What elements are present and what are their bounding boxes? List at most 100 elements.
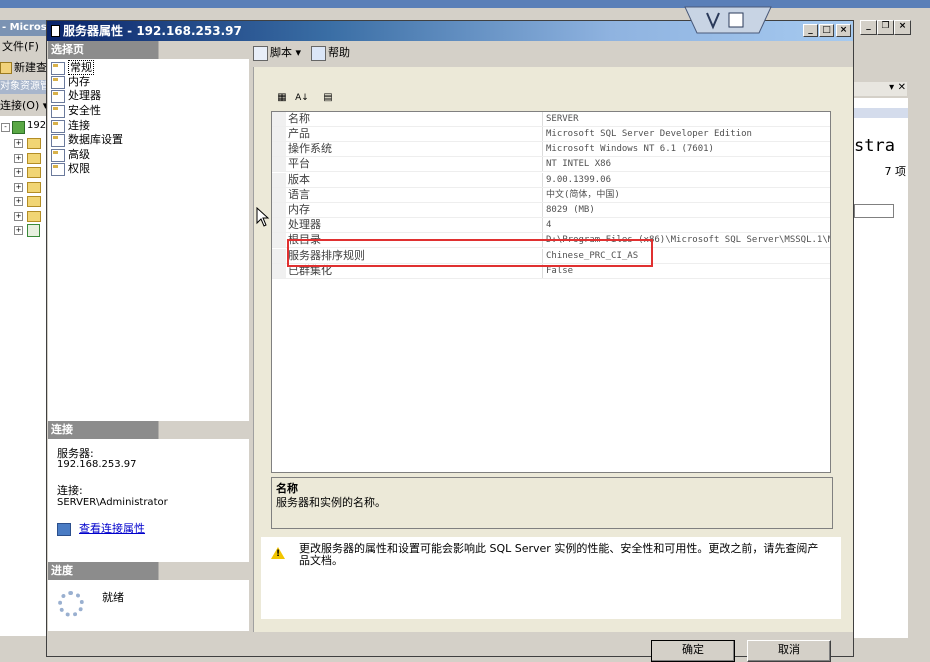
summary-pane-count: 7 项: [884, 165, 907, 178]
connection-header: 连接: [48, 421, 249, 439]
ok-button[interactable]: 确定: [651, 640, 735, 662]
minimize-icon[interactable]: _: [803, 24, 818, 37]
expand-icon[interactable]: +: [14, 212, 23, 221]
alphabetical-sort-icon[interactable]: A↓: [293, 89, 311, 107]
expand-icon[interactable]: +: [14, 197, 23, 206]
categorized-icon[interactable]: ▦: [273, 89, 291, 107]
object-explorer-tree[interactable]: - 192 + + + + + + +: [0, 116, 46, 636]
tree-node[interactable]: +: [0, 209, 46, 223]
background-window-controls: _ ❐ ×: [860, 20, 916, 35]
maximize-icon[interactable]: □: [819, 24, 834, 37]
folder-icon: [27, 138, 41, 149]
page-processors[interactable]: 处理器: [51, 89, 101, 103]
property-row[interactable]: 产品 Microsoft SQL Server Developer Edition: [272, 127, 830, 142]
property-grid-toolbar: ▦ A↓ ▤: [273, 89, 353, 109]
property-row[interactable]: 操作系统 Microsoft Windows NT 6.1 (7601): [272, 142, 830, 157]
property-value[interactable]: Microsoft Windows NT 6.1 (7601): [546, 142, 830, 156]
progress-spinner-icon: [58, 591, 84, 617]
page-icon: [51, 119, 65, 133]
tree-node[interactable]: +: [0, 180, 46, 194]
property-name: 产品: [287, 127, 543, 141]
property-row[interactable]: 名称 SERVER: [272, 112, 830, 127]
page-database-settings[interactable]: 数据库设置: [51, 133, 123, 147]
property-value[interactable]: SERVER: [546, 112, 830, 126]
tree-node[interactable]: +: [0, 194, 46, 208]
script-button[interactable]: 脚本 ▾: [253, 45, 301, 61]
page-icon: [51, 89, 65, 103]
property-value[interactable]: 8029 (MB): [546, 203, 830, 217]
expand-icon[interactable]: +: [14, 168, 23, 177]
warning-box: ! 更改服务器的属性和设置可能会影响此 SQL Server 实例的性能、安全性…: [261, 537, 841, 619]
property-value[interactable]: 中文(简体，中国): [546, 188, 830, 202]
page-advanced[interactable]: 高级: [51, 148, 90, 162]
property-row[interactable]: 语言 中文(简体，中国): [272, 188, 830, 203]
property-value[interactable]: NT INTEL X86: [546, 157, 830, 171]
page-security[interactable]: 安全性: [51, 104, 101, 118]
collapse-icon[interactable]: -: [1, 123, 10, 132]
server-value: 192.168.253.97: [57, 459, 137, 470]
connection-label: 连接:: [57, 484, 83, 497]
folder-icon: [27, 196, 41, 207]
property-name: 操作系统: [287, 142, 543, 156]
page-icon: [51, 75, 65, 89]
summary-pane-input[interactable]: [854, 204, 894, 218]
minimize-icon[interactable]: _: [860, 20, 877, 35]
help-button[interactable]: 帮助: [311, 45, 350, 61]
property-value[interactable]: 4: [546, 218, 830, 232]
object-explorer-connect-button[interactable]: 连接(O) ▾: [0, 98, 46, 114]
tree-node[interactable]: +: [0, 165, 46, 179]
expand-icon[interactable]: +: [14, 226, 23, 235]
property-pages-icon[interactable]: ▤: [319, 89, 337, 107]
ime-emblem-icon: [684, 6, 772, 34]
new-query-label: 新建查: [14, 61, 46, 74]
page-general[interactable]: 常规: [51, 60, 94, 75]
property-name: 平台: [287, 157, 543, 171]
progress-header: 进度: [48, 562, 249, 580]
close-icon[interactable]: ×: [894, 20, 911, 35]
new-query-icon: [0, 62, 12, 74]
view-connection-properties-link[interactable]: 查看连接属性: [57, 522, 145, 536]
property-row[interactable]: 处理器 4: [272, 218, 830, 233]
summary-pane-pin-icon[interactable]: ▾ ✕: [878, 82, 906, 96]
dialog-title: 服务器属性 - 192.168.253.97: [63, 24, 242, 38]
select-page-pane: 选择页 常规 内存 处理器 安全性 连接 数据库设置 高级 权限 连接 服务器:…: [48, 41, 249, 631]
page-icon: [51, 104, 65, 118]
property-grid[interactable]: 名称 SERVER 产品 Microsoft SQL Server Develope…: [271, 111, 831, 473]
page-permissions[interactable]: 权限: [51, 162, 90, 176]
mouse-cursor-icon: [256, 207, 270, 227]
tree-node[interactable]: +: [0, 223, 46, 237]
tree-node[interactable]: +: [0, 136, 46, 150]
background-app-title: - Micros: [0, 20, 46, 36]
property-name: 处理器: [287, 218, 543, 232]
background-scrollbar[interactable]: [0, 636, 46, 650]
tree-node[interactable]: +: [0, 151, 46, 165]
property-name: 内存: [287, 203, 543, 217]
property-row[interactable]: 版本 9.00.1399.06: [272, 173, 830, 188]
property-row[interactable]: 内存 8029 (MB): [272, 203, 830, 218]
close-icon[interactable]: ×: [836, 24, 851, 37]
property-row[interactable]: 平台 NT INTEL X86: [272, 157, 830, 172]
dialog-title-icon: [51, 25, 60, 37]
expand-icon[interactable]: +: [14, 139, 23, 148]
object-explorer-title: 对象资源管: [0, 80, 46, 94]
view-connection-properties-label[interactable]: 查看连接属性: [79, 522, 145, 535]
property-value[interactable]: 9.00.1399.06: [546, 173, 830, 187]
tree-root-node[interactable]: - 192: [0, 120, 46, 134]
page-connections[interactable]: 连接: [51, 119, 90, 133]
page-icon: [51, 61, 65, 75]
restore-icon[interactable]: ❐: [877, 20, 894, 35]
property-value[interactable]: Microsoft SQL Server Developer Edition: [546, 127, 830, 141]
server-icon: [12, 121, 25, 134]
script-icon: [253, 45, 268, 61]
background-top-bar: [0, 0, 930, 8]
expand-icon[interactable]: +: [14, 154, 23, 163]
page-icon: [51, 148, 65, 162]
server-label: 服务器:: [57, 447, 94, 460]
background-new-query-button[interactable]: 新建查: [0, 60, 46, 76]
expand-icon[interactable]: +: [14, 183, 23, 192]
management-icon: [27, 224, 40, 237]
background-menu-file[interactable]: 文件(F): [0, 38, 46, 56]
page-memory[interactable]: 内存: [51, 75, 90, 89]
cancel-button[interactable]: 取消: [747, 640, 831, 662]
help-icon: [311, 45, 326, 61]
